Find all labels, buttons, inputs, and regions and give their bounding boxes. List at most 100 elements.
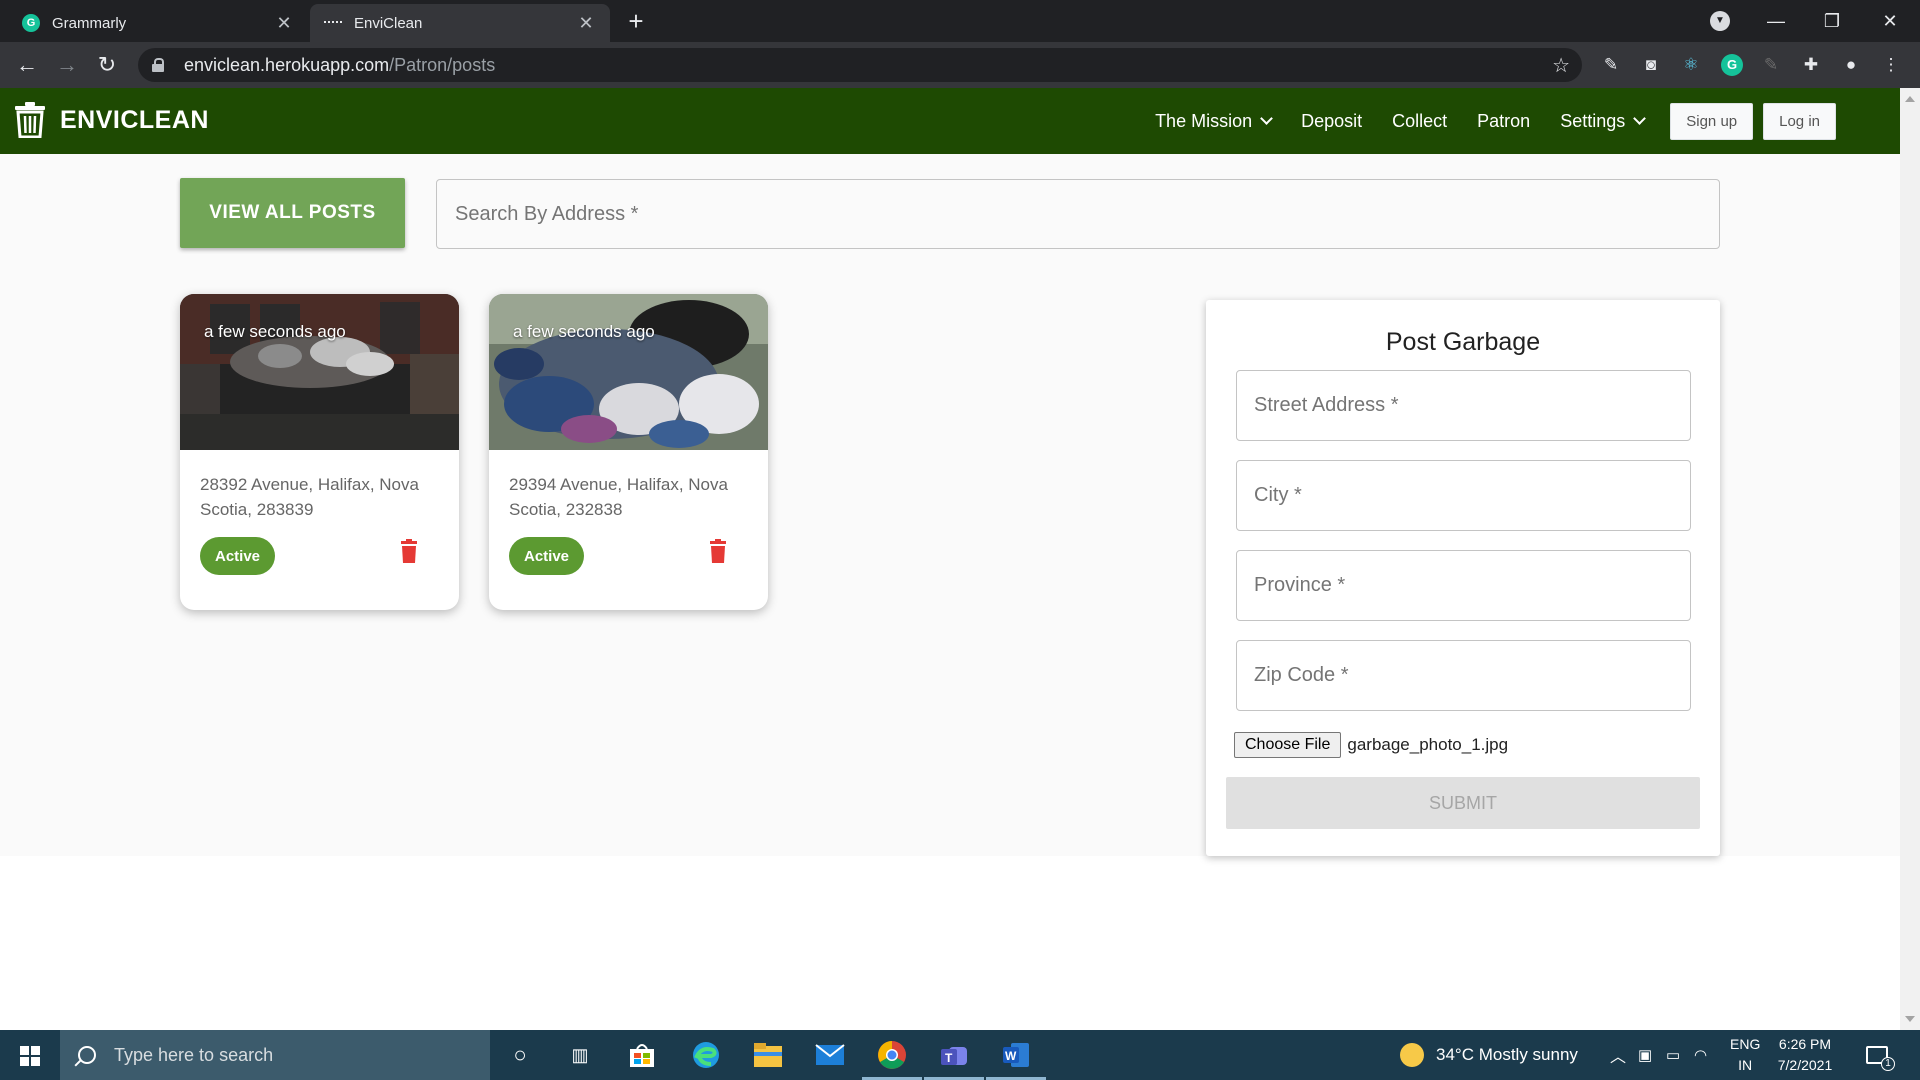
scroll-down-icon[interactable] bbox=[1905, 1016, 1915, 1022]
restore-button[interactable]: ❐ bbox=[1812, 6, 1852, 36]
nav-patron[interactable]: Patron bbox=[1477, 111, 1530, 132]
lang-top: ENG bbox=[1730, 1036, 1761, 1052]
camera-extension-icon[interactable]: ◙ bbox=[1640, 54, 1662, 76]
language-indicator[interactable]: ENG IN bbox=[1730, 1034, 1760, 1076]
teams-icon[interactable]: T bbox=[924, 1039, 984, 1080]
address-bar[interactable]: enviclean.herokuapp.com/Patron/posts ☆ bbox=[138, 48, 1582, 82]
edge-icon[interactable] bbox=[690, 1039, 722, 1071]
react-extension-icon[interactable]: ⚛ bbox=[1680, 54, 1702, 76]
extensions-puzzle-icon[interactable]: ✚ bbox=[1800, 54, 1822, 76]
taskbar-search[interactable]: Type here to search bbox=[60, 1030, 490, 1080]
chevron-up-icon[interactable]: ︿ bbox=[1610, 1030, 1626, 1080]
windows-start-icon[interactable] bbox=[20, 1046, 40, 1066]
close-icon[interactable]: ✕ bbox=[274, 13, 294, 34]
browser-tab-strip: G Grammarly ✕ EnviClean ✕ + ▼ — ❐ ✕ bbox=[0, 0, 1920, 42]
file-name: garbage_photo_1.jpg bbox=[1347, 735, 1509, 754]
disabled-extension-icon[interactable]: ✎ bbox=[1760, 54, 1782, 76]
search-icon bbox=[78, 1046, 96, 1064]
nav-label: Collect bbox=[1392, 110, 1448, 131]
tab-title: Grammarly bbox=[52, 14, 127, 32]
profile-icon[interactable]: ● bbox=[1840, 54, 1862, 76]
site-header: ENVICLEAN The Mission Deposit Collect Pa… bbox=[0, 88, 1900, 154]
post-time: a few seconds ago bbox=[204, 322, 346, 341]
windows-taskbar: Type here to search ○ ▥ T W 34°C Mostly … bbox=[0, 1030, 1920, 1080]
taskbar-clock[interactable]: 6:26 PM 7/2/2021 bbox=[1760, 1034, 1850, 1076]
nav-deposit[interactable]: Deposit bbox=[1301, 111, 1362, 132]
login-button[interactable]: Log in bbox=[1763, 102, 1836, 140]
grammarly-icon: G bbox=[22, 14, 40, 32]
mail-icon[interactable] bbox=[814, 1039, 846, 1071]
nav-label: Deposit bbox=[1301, 110, 1363, 131]
bookmark-star-icon[interactable]: ☆ bbox=[1552, 53, 1570, 78]
chrome-icon[interactable] bbox=[862, 1039, 922, 1080]
brand[interactable]: ENVICLEAN bbox=[14, 102, 209, 138]
menu-kebab-icon[interactable]: ⋮ bbox=[1880, 54, 1902, 76]
file-explorer-icon[interactable] bbox=[752, 1039, 784, 1071]
choose-file-button[interactable]: Choose File bbox=[1234, 732, 1342, 758]
delete-trash-icon[interactable] bbox=[399, 539, 419, 563]
meet-now-icon[interactable]: ▣ bbox=[1638, 1030, 1652, 1080]
garbage-photo: a few seconds ago bbox=[489, 294, 768, 450]
search-by-address-input[interactable]: Search By Address * bbox=[436, 179, 1720, 249]
url-path: /Patron/posts bbox=[389, 54, 496, 75]
tab-enviclean[interactable]: EnviClean ✕ bbox=[310, 4, 610, 42]
signup-button[interactable]: Sign up bbox=[1670, 102, 1754, 140]
city-input[interactable]: City * bbox=[1236, 460, 1691, 531]
post-garbage-form: Post Garbage Street Address * City * Pro… bbox=[1206, 300, 1720, 856]
post-time: a few seconds ago bbox=[513, 322, 655, 341]
pen-extension-icon[interactable]: ✎ bbox=[1600, 54, 1622, 76]
province-input[interactable]: Province * bbox=[1236, 550, 1691, 621]
chevron-down-icon bbox=[1633, 112, 1647, 125]
page-scrollbar[interactable] bbox=[1900, 88, 1920, 1030]
status-badge: Active bbox=[509, 537, 585, 575]
notification-center-icon[interactable]: 1 bbox=[1866, 1030, 1895, 1080]
battery-icon[interactable]: ▭ bbox=[1666, 1030, 1680, 1080]
nav-the-mission[interactable]: The Mission bbox=[1155, 110, 1273, 132]
back-icon[interactable]: ← bbox=[12, 50, 42, 80]
weather-text: 34°C Mostly sunny bbox=[1436, 1045, 1578, 1064]
trash-logo-icon bbox=[15, 102, 45, 138]
clock-date: 7/2/2021 bbox=[1777, 1057, 1833, 1073]
minimize-button[interactable]: — bbox=[1756, 6, 1796, 36]
close-window-button[interactable]: ✕ bbox=[1870, 6, 1910, 36]
nav-collect[interactable]: Collect bbox=[1392, 111, 1447, 132]
tab-search-icon[interactable]: ▼ bbox=[1710, 11, 1730, 31]
tab-grammarly[interactable]: G Grammarly ✕ bbox=[8, 4, 308, 42]
scroll-up-icon[interactable] bbox=[1905, 96, 1915, 102]
cortana-icon[interactable]: ○ bbox=[504, 1039, 536, 1071]
new-tab-button[interactable]: + bbox=[622, 8, 650, 36]
weather-widget[interactable]: 34°C Mostly sunny bbox=[1400, 1030, 1578, 1080]
brand-name: ENVICLEAN bbox=[60, 105, 209, 134]
url-host: enviclean.herokuapp.com bbox=[184, 54, 390, 75]
close-icon[interactable]: ✕ bbox=[576, 13, 596, 34]
nav-settings[interactable]: Settings bbox=[1560, 110, 1647, 132]
nav-label: Settings bbox=[1560, 110, 1626, 131]
delete-trash-icon[interactable] bbox=[708, 539, 728, 563]
tab-title: EnviClean bbox=[354, 14, 423, 32]
nav-label: Patron bbox=[1477, 110, 1531, 131]
form-title: Post Garbage bbox=[1385, 328, 1541, 356]
street-address-input[interactable]: Street Address * bbox=[1236, 370, 1691, 441]
svg-text:W: W bbox=[1005, 1049, 1017, 1063]
status-badge: Active bbox=[200, 537, 276, 575]
wifi-icon[interactable]: ◠ bbox=[1694, 1030, 1707, 1080]
lock-icon bbox=[152, 58, 166, 72]
notification-count: 1 bbox=[1881, 1057, 1895, 1071]
post-card: a few seconds ago 28392 Avenue, Halifax,… bbox=[180, 294, 459, 610]
file-upload: Choose File garbage_photo_1.jpg bbox=[1234, 732, 1508, 758]
main-content: VIEW ALL POSTS Search By Address * a few… bbox=[0, 154, 1900, 856]
grammarly-extension-icon[interactable]: G bbox=[1721, 54, 1743, 76]
main-nav: The Mission Deposit Collect Patron Setti… bbox=[1125, 88, 1900, 154]
reload-icon[interactable]: ↻ bbox=[92, 50, 122, 80]
zip-code-input[interactable]: Zip Code * bbox=[1236, 640, 1691, 711]
task-view-icon[interactable]: ▥ bbox=[564, 1039, 596, 1071]
submit-button[interactable]: SUBMIT bbox=[1226, 777, 1700, 829]
store-icon[interactable] bbox=[626, 1039, 658, 1071]
word-icon[interactable]: W bbox=[986, 1039, 1046, 1080]
post-address: 29394 Avenue, Halifax, Nova Scotia, 2328… bbox=[509, 475, 728, 519]
post-address: 28392 Avenue, Halifax, Nova Scotia, 2838… bbox=[200, 475, 419, 519]
nav-label: The Mission bbox=[1155, 110, 1253, 131]
lang-bottom: IN bbox=[1738, 1057, 1753, 1073]
view-all-posts-button[interactable]: VIEW ALL POSTS bbox=[180, 178, 405, 248]
forward-icon[interactable]: → bbox=[52, 50, 82, 80]
